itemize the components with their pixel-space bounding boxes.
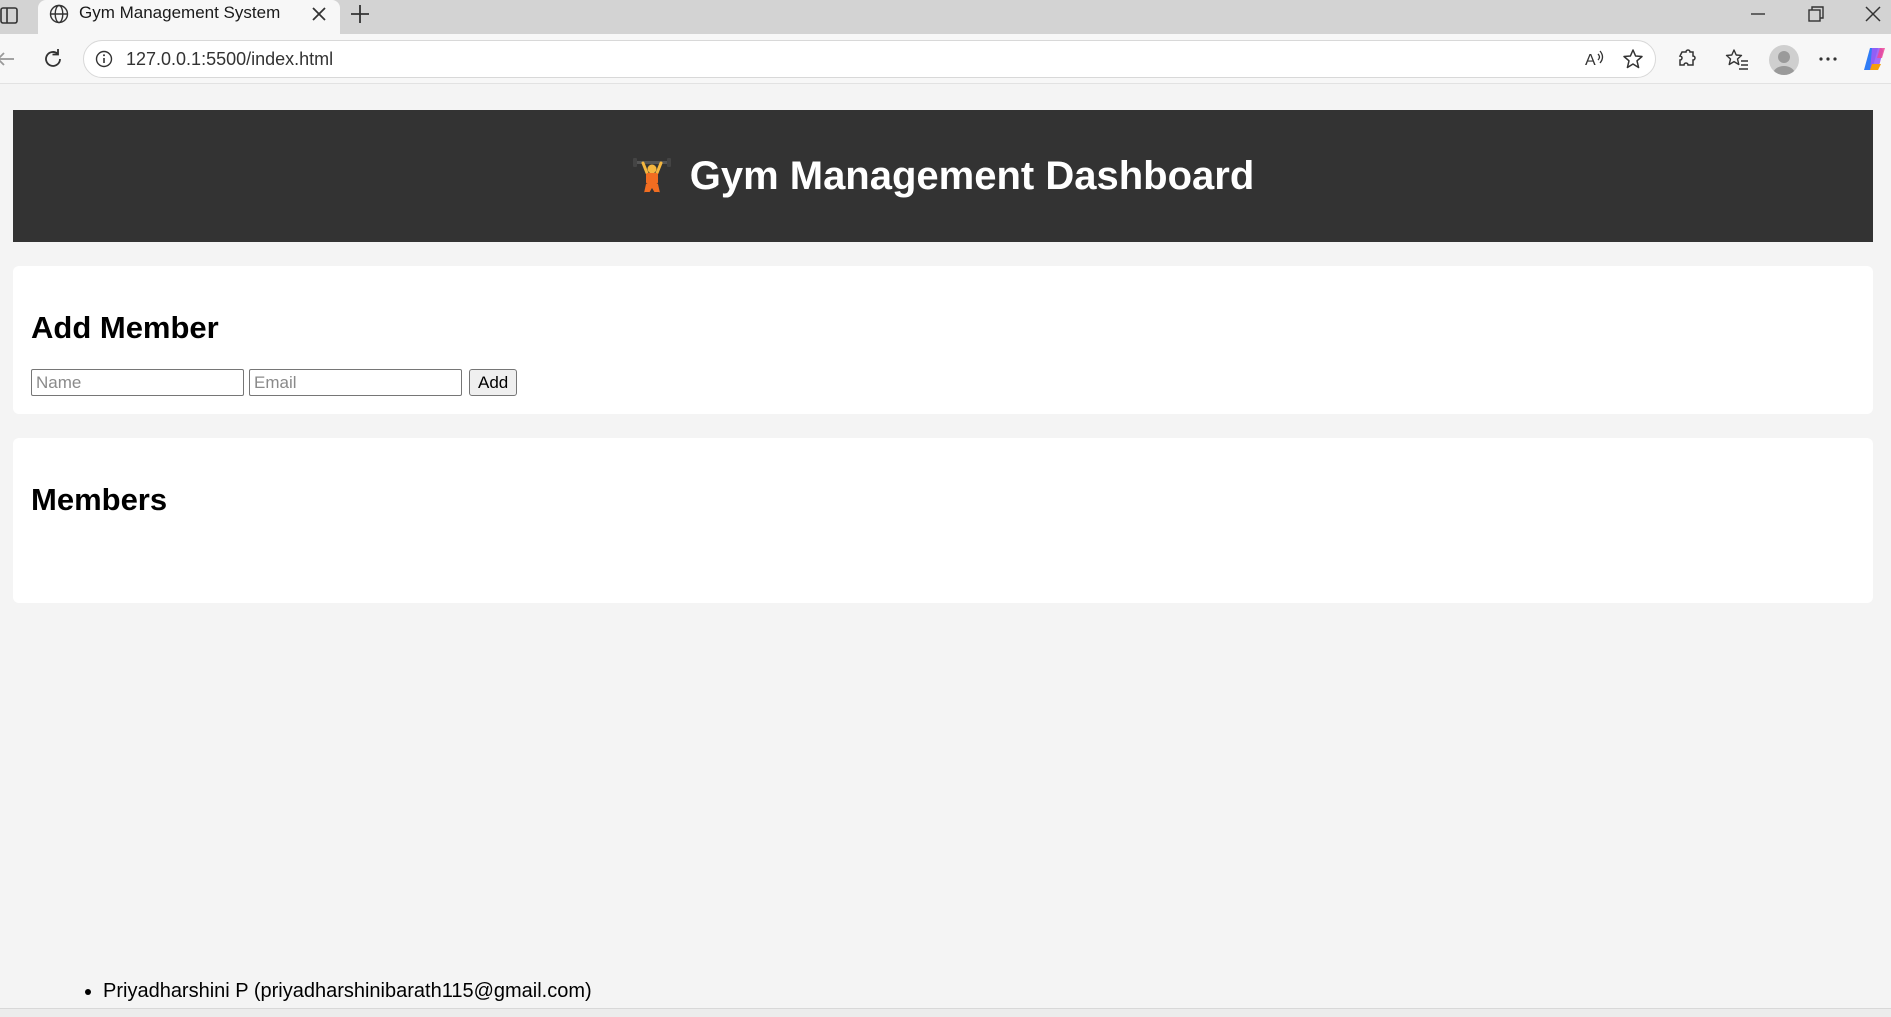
add-member-form: Add [31, 369, 518, 396]
read-aloud-icon[interactable]: A [1583, 47, 1607, 71]
address-bar[interactable]: 127.0.0.1:5500/index.html A [83, 40, 1656, 78]
more-icon[interactable] [1815, 46, 1841, 72]
back-arrow-icon[interactable] [0, 46, 18, 72]
tab-title: Gym Management System [79, 3, 281, 22]
browser-toolbar: 127.0.0.1:5500/index.html A [0, 34, 1891, 84]
plus-icon[interactable] [347, 1, 373, 27]
url-text[interactable]: 127.0.0.1:5500/index.html [126, 49, 333, 70]
page-title: Gym Management Dashboard [632, 153, 1255, 199]
window-bottom-edge [0, 1008, 1891, 1017]
close-window-icon[interactable] [1861, 2, 1885, 26]
add-member-heading: Add Member [31, 310, 219, 345]
page-title-text: Gym Management Dashboard [689, 153, 1255, 198]
refresh-icon[interactable] [40, 46, 66, 72]
puzzle-icon[interactable] [1674, 46, 1700, 72]
copilot-icon[interactable] [1861, 45, 1889, 73]
add-button[interactable]: Add [469, 369, 518, 396]
dashboard-header: Gym Management Dashboard [13, 110, 1873, 242]
restore-icon[interactable] [1804, 2, 1828, 26]
list-item: Priyadharshini P (priyadharshinibarath11… [103, 978, 592, 1004]
favorites-icon[interactable] [1724, 46, 1750, 72]
sidebar-toggle-icon[interactable] [0, 5, 20, 27]
name-input[interactable] [31, 369, 244, 396]
minimize-icon[interactable] [1746, 2, 1770, 26]
members-heading: Members [31, 482, 168, 517]
add-member-section: Add Member Add [13, 266, 1873, 414]
browser-tab[interactable]: Gym Management System [38, 0, 340, 34]
email-input[interactable] [249, 369, 462, 396]
avatar-icon[interactable] [1769, 45, 1799, 75]
tab-strip: Gym Management System [0, 0, 1891, 34]
close-icon[interactable] [308, 3, 330, 25]
member-list: Priyadharshini P (priyadharshinibarath11… [81, 978, 592, 1004]
weightlifter-icon [632, 158, 671, 195]
members-section: Members Priyadharshini P (priyadharshini… [13, 438, 1873, 1002]
globe-icon [49, 4, 69, 24]
svg-text:A: A [1585, 52, 1596, 69]
star-icon[interactable] [1621, 47, 1645, 71]
info-icon[interactable] [94, 49, 114, 69]
